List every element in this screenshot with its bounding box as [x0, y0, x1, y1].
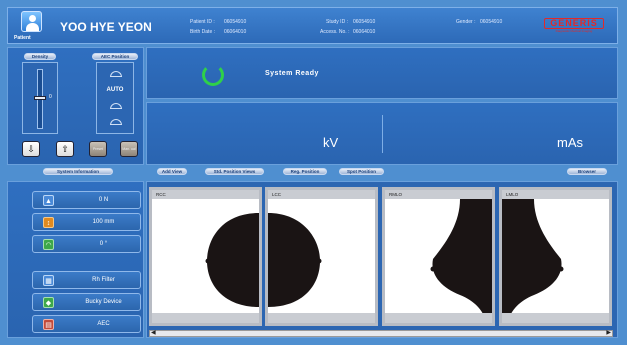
- aec-position-frame: AUTO: [96, 62, 134, 134]
- rh-filter-label: Rh Filter: [92, 277, 115, 283]
- system-info-panel: ▲ 0 N ↕ 100 mm ◠ 0 ° ▦ Rh Filter ◆ Bucky…: [7, 181, 144, 338]
- patient-role-label: Patient: [14, 35, 31, 41]
- aec-up-icon[interactable]: [110, 71, 122, 77]
- view-label: LMLO: [502, 190, 609, 199]
- bucky-device-button[interactable]: ◆ Bucky Device: [32, 293, 141, 311]
- exposure-up-icon[interactable]: ⇧: [56, 141, 74, 157]
- aec-down-icon[interactable]: [110, 119, 122, 125]
- aec-button[interactable]: ▤ AEC: [32, 315, 141, 333]
- density-value: 0: [49, 94, 52, 100]
- readout-divider: [382, 115, 383, 153]
- compression-force-row: ▲ 0 N: [32, 191, 141, 209]
- view-tile-rmlo[interactable]: RMLO: [382, 187, 495, 326]
- view-tile-lmlo[interactable]: LMLO: [499, 187, 612, 326]
- angle-value: 0 °: [99, 241, 108, 247]
- density-slider-thumb[interactable]: [34, 96, 46, 100]
- patient-id-label: Patient ID :: [190, 19, 215, 25]
- gender-value: 06054910: [480, 19, 503, 25]
- view-footer: [502, 313, 609, 323]
- view-footer: [385, 313, 492, 323]
- breast-outline-lmlo: [502, 199, 564, 319]
- toolbar: System Information Add View Std. Positio…: [0, 166, 627, 178]
- kv-label: kV: [323, 135, 339, 150]
- ready-ring-icon: [202, 64, 224, 86]
- exposure-control-panel: Density AEC Position 0 AUTO ⇩ ⇧ Preset M…: [7, 47, 144, 165]
- bucky-device-icon: ◆: [43, 297, 54, 308]
- study-id-value: 06054910: [353, 19, 376, 25]
- aec-icon: ▤: [43, 319, 54, 330]
- preset-button-label: Preset: [92, 147, 104, 151]
- breast-outline-rmlo: [430, 199, 492, 319]
- density-slider-frame: 0: [22, 62, 58, 134]
- density-label: Density: [24, 53, 56, 60]
- brand-logo-text: GENERIS: [544, 18, 604, 29]
- manual-button[interactable]: Man. ual: [120, 141, 138, 157]
- breast-outline-lcc: [268, 213, 322, 307]
- compression-force-icon: ▲: [43, 195, 54, 206]
- angle-icon: ◠: [43, 239, 54, 250]
- aec-mid-icon[interactable]: [110, 103, 122, 109]
- mas-label: mAs: [557, 135, 583, 150]
- std-position-views-button[interactable]: Std. Position Views: [205, 168, 264, 175]
- system-status-message: System Ready: [265, 70, 319, 77]
- access-no-label: Access. No. :: [320, 29, 350, 35]
- patient-avatar-icon[interactable]: [21, 11, 42, 32]
- scroll-right-icon[interactable]: ▶: [606, 329, 611, 336]
- birth-date-label: Birth Date :: [190, 29, 216, 35]
- add-view-button[interactable]: Add View: [157, 168, 187, 175]
- manual-button-label: Man. ual: [122, 147, 136, 151]
- view-tile-lcc[interactable]: LCC: [265, 187, 378, 326]
- browser-button[interactable]: Browser: [567, 168, 607, 175]
- reg-position-button[interactable]: Reg. Position: [283, 168, 327, 175]
- bucky-device-label: Bucky Device: [85, 299, 122, 305]
- status-panel: System Ready: [146, 47, 618, 99]
- system-information-button[interactable]: System Information: [43, 168, 113, 175]
- view-label: RCC: [152, 190, 259, 199]
- view-footer: [268, 313, 375, 323]
- filter-icon: ▦: [43, 275, 54, 286]
- exposure-readout-panel: kV mAs: [146, 102, 618, 165]
- header-bar: Patient YOO HYE YEON Patient ID : 060549…: [7, 7, 618, 44]
- study-id-label: Study ID :: [326, 19, 348, 25]
- compression-force-value: 0 N: [98, 197, 109, 203]
- view-tile-rcc[interactable]: RCC: [149, 187, 262, 326]
- spot-position-button[interactable]: Spot Position: [339, 168, 384, 175]
- patient-name: YOO HYE YEON: [60, 20, 152, 34]
- scroll-left-icon[interactable]: ◀: [151, 329, 156, 336]
- view-label: LCC: [268, 190, 375, 199]
- thickness-icon: ↕: [43, 217, 54, 228]
- thickness-value: 100 mm: [92, 219, 115, 225]
- aec-mode-label: AUTO: [106, 87, 124, 93]
- preset-button[interactable]: Preset: [89, 141, 107, 157]
- birth-date-value: 06064010: [224, 29, 247, 35]
- aec-position-label: AEC Position: [92, 53, 138, 60]
- rh-filter-button[interactable]: ▦ Rh Filter: [32, 271, 141, 289]
- breast-outline-rcc: [205, 213, 259, 307]
- brand-logo-tagline: Diagnostic Medical Imaging: [555, 29, 593, 33]
- access-no-value: 06064010: [353, 29, 376, 35]
- brand-logo: GENERIS Diagnostic Medical Imaging: [544, 18, 604, 34]
- thickness-row: ↕ 100 mm: [32, 213, 141, 231]
- view-label: RMLO: [385, 190, 492, 199]
- views-scrollbar[interactable]: ◀ ▶: [149, 330, 613, 337]
- aec-label: AEC: [97, 321, 110, 327]
- patient-id-value: 06054910: [224, 19, 247, 25]
- angle-row: ◠ 0 °: [32, 235, 141, 253]
- gender-label: Gender :: [456, 19, 476, 25]
- exposure-down-icon[interactable]: ⇩: [22, 141, 40, 157]
- view-footer: [152, 313, 259, 323]
